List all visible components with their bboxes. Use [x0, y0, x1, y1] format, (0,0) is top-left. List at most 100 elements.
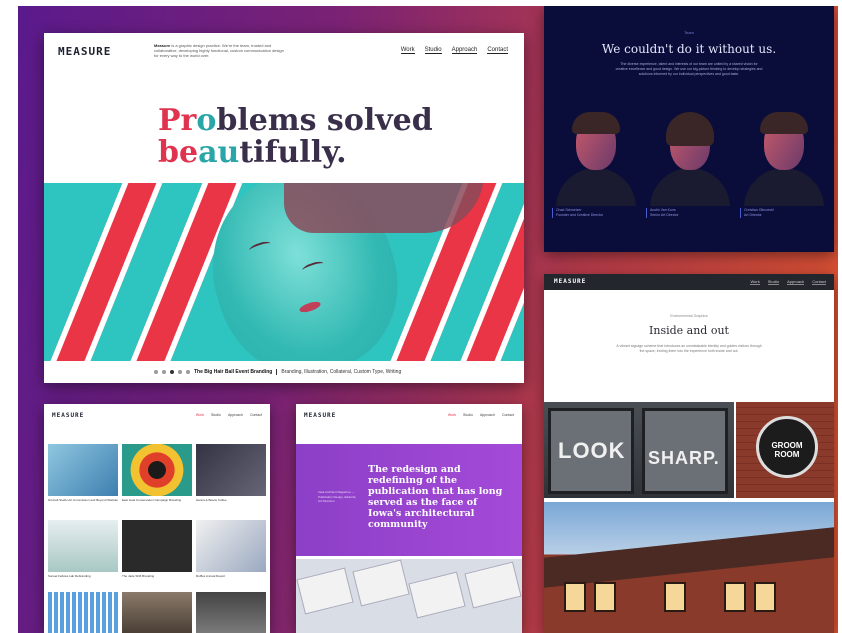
hero-caption: The Big Hair Ball Event Branding Brandin… — [154, 369, 401, 375]
headline-part: au — [198, 135, 240, 170]
nav-approach[interactable]: Approach — [451, 47, 478, 54]
portrait — [738, 106, 830, 206]
groom-room-badge: GROOM ROOM — [756, 416, 818, 478]
work-tile[interactable] — [48, 592, 118, 633]
portrait — [550, 106, 642, 206]
headline-part: be — [158, 135, 199, 170]
work-tile[interactable] — [122, 444, 192, 496]
caption-tags: Branding, Illustration, Collateral, Cust… — [276, 369, 401, 375]
sign-sharp: SHARP. — [648, 448, 720, 468]
nav-studio[interactable]: Studio — [211, 413, 221, 417]
publication-side-text: Iowa Architect Magazine — Publication De… — [318, 490, 357, 503]
brick-wall-photo: GROOM ROOM — [736, 402, 834, 498]
caption-title[interactable]: The Big Hair Ball Event Branding — [194, 369, 272, 375]
portrait — [644, 106, 736, 206]
publication-screenshot: MEASURE Work Studio Approach Contact Iow… — [296, 404, 522, 633]
magazine-spread-photo — [296, 559, 522, 633]
inside-out-screenshot: MEASURE Work Studio Approach Contact Env… — [544, 274, 834, 633]
hero-navbar: MEASURE Measure is a graphic design prac… — [44, 33, 524, 73]
headline-part: tifully. — [239, 135, 347, 170]
work-tile[interactable] — [196, 444, 266, 496]
headline-part: Pr — [158, 103, 197, 138]
publication-headline: The redesign and redefining of the publi… — [368, 464, 503, 530]
nav-studio[interactable]: Studio — [424, 47, 442, 54]
tile-caption: Hanna & Beans Coffee — [196, 498, 227, 502]
carousel-dot-active[interactable] — [170, 370, 174, 374]
team-screenshot: Team We couldn't do it without us. The d… — [544, 6, 834, 252]
nav-studio[interactable]: Studio — [767, 279, 780, 285]
building-window — [594, 582, 616, 612]
work-tile[interactable] — [122, 592, 192, 633]
building-photo — [544, 502, 834, 633]
magazine — [464, 561, 522, 609]
team-text: The diverse experience, talent and inter… — [615, 62, 763, 76]
nav-contact[interactable]: Contact — [812, 279, 826, 285]
carousel-dot[interactable] — [162, 370, 166, 374]
team-tag: Team — [684, 30, 694, 35]
hero-intro: Measure is a graphic design practice. We… — [154, 43, 284, 58]
inside-title: Inside and out — [649, 324, 729, 337]
nav-work[interactable]: Work — [196, 413, 204, 417]
work-tile[interactable] — [48, 444, 118, 496]
person-card[interactable]: Chad Schweizer Founder and Creative Direc… — [552, 208, 642, 218]
grid-logo[interactable]: MEASURE — [52, 412, 84, 419]
magazine — [296, 567, 354, 615]
purple-nav: Work Studio Approach Contact — [448, 413, 514, 417]
badge-line: GROOM — [771, 441, 803, 450]
work-tile[interactable] — [196, 520, 266, 572]
storefront-photo: LOOK SHARP. — [544, 402, 734, 498]
person-role: Art Director — [744, 213, 762, 217]
intro-text: is a graphic design practice. We're the … — [154, 43, 284, 58]
portfolio-collage: MEASURE Measure is a graphic design prac… — [18, 6, 838, 633]
hero-headline: Problems solved beautifully. — [158, 105, 433, 169]
hero-logo[interactable]: MEASURE — [58, 45, 111, 58]
work-tile[interactable] — [196, 592, 266, 633]
person-role: Founder and Creative Director — [556, 213, 604, 217]
tile-caption: Sunset Fellows Lab Rebranding — [48, 574, 91, 578]
building-window — [564, 582, 586, 612]
inside-logo[interactable]: MEASURE — [554, 278, 586, 285]
roof — [544, 525, 834, 589]
tile-caption: Grinnell Studio Art Commission and Beyon… — [48, 498, 118, 502]
grid-nav: Work Studio Approach Contact — [196, 413, 262, 417]
headline-part: blems solved — [216, 103, 433, 138]
nav-work[interactable]: Work — [400, 47, 415, 54]
work-tile[interactable] — [122, 520, 192, 572]
carousel-dot[interactable] — [186, 370, 190, 374]
hero-screenshot: MEASURE Measure is a graphic design prac… — [44, 33, 524, 383]
tile-caption: The Jade Shift Branding — [122, 574, 155, 578]
inside-text: A vibrant signage scheme that introduces… — [616, 344, 762, 353]
work-tile[interactable] — [48, 520, 118, 572]
nav-studio[interactable]: Studio — [463, 413, 473, 417]
person-card[interactable]: Christian Olbroeshi Art Director — [740, 208, 830, 218]
person-card[interactable]: Austin Van Kuns Senior Art Director — [646, 208, 736, 218]
nav-contact[interactable]: Contact — [250, 413, 262, 417]
team-title: We couldn't do it without us. — [601, 42, 777, 56]
inside-tag: Environmental Graphics — [670, 314, 708, 318]
tile-caption: East Iowa Conservation Campaign Branding — [122, 498, 182, 502]
inside-navbar: MEASURE Work Studio Approach Contact — [544, 274, 834, 290]
nav-work[interactable]: Work — [448, 413, 456, 417]
badge-line: ROOM — [774, 450, 800, 459]
building-window — [754, 582, 776, 612]
nav-work[interactable]: Work — [750, 279, 760, 285]
nav-approach[interactable]: Approach — [228, 413, 243, 417]
hero-artwork — [44, 183, 524, 361]
carousel-dot[interactable] — [178, 370, 182, 374]
hero-nav: Work Studio Approach Contact — [400, 47, 508, 54]
nav-approach[interactable]: Approach — [480, 413, 495, 417]
work-grid-screenshot: MEASURE Work Studio Approach Contact Gri… — [44, 404, 270, 633]
nav-contact[interactable]: Contact — [487, 47, 508, 54]
publication-hero: Iowa Architect Magazine — Publication De… — [296, 444, 522, 556]
nav-contact[interactable]: Contact — [502, 413, 514, 417]
magazine — [408, 571, 466, 619]
purple-logo[interactable]: MEASURE — [304, 412, 336, 419]
person-role: Senior Art Director — [650, 213, 679, 217]
magazine — [352, 559, 410, 607]
sign-look: LOOK — [558, 438, 626, 463]
nav-approach[interactable]: Approach — [787, 279, 805, 285]
building-window — [724, 582, 746, 612]
carousel-dot[interactable] — [154, 370, 158, 374]
inside-nav: Work Studio Approach Contact — [750, 279, 826, 285]
building-window — [664, 582, 686, 612]
